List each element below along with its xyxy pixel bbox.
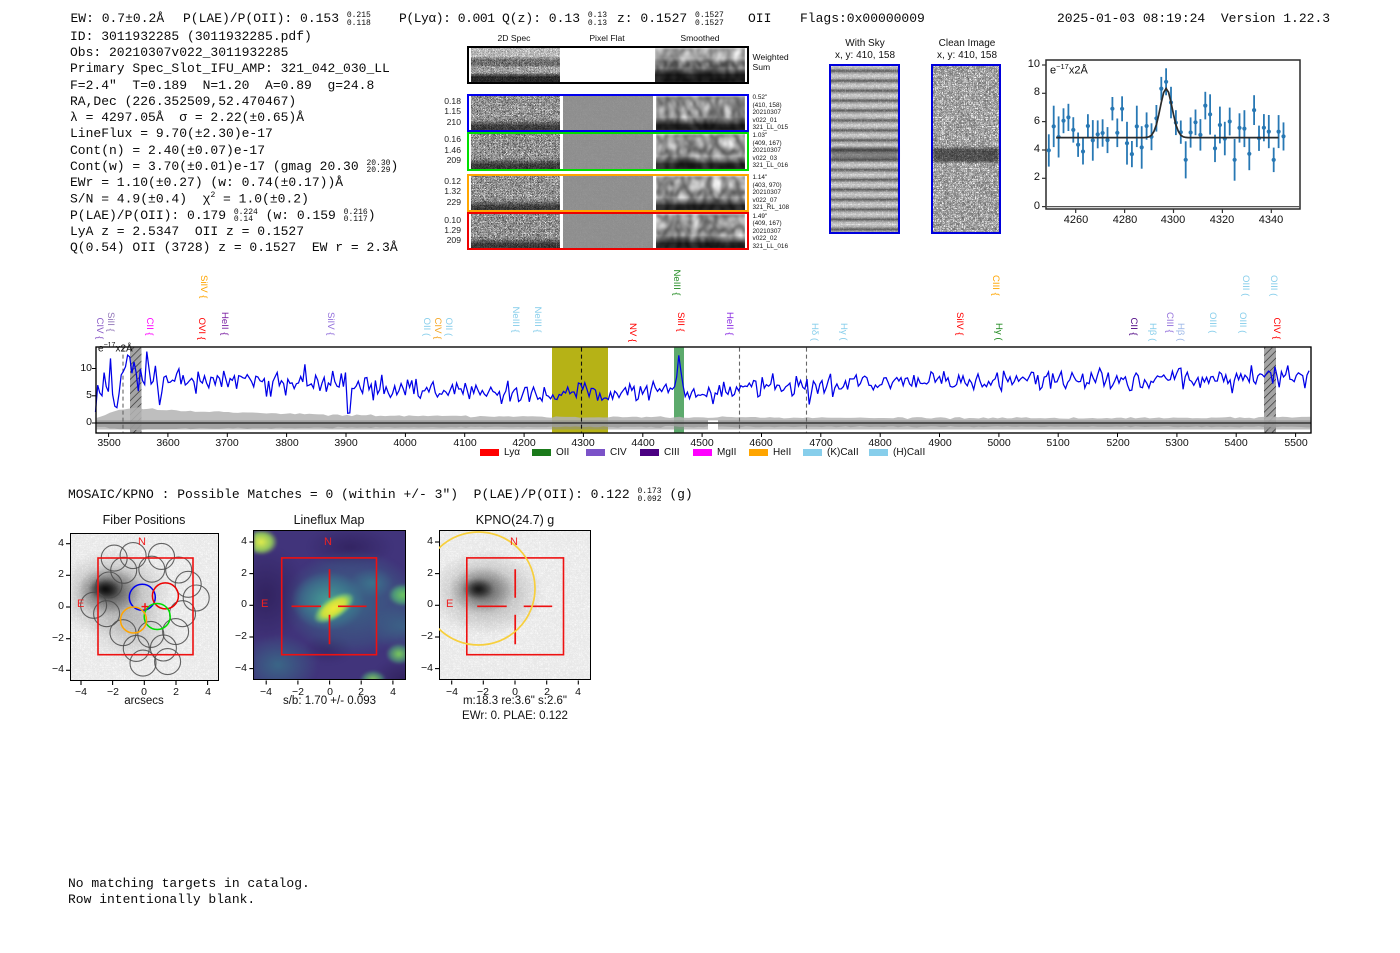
svg-text:CIV {: CIV { xyxy=(432,318,443,341)
svg-text:SiII {: SiII { xyxy=(105,312,116,333)
svg-text:NeIII {: NeIII { xyxy=(510,307,521,334)
svg-text:NV {: NV { xyxy=(627,323,638,343)
svg-text:SiII {: SiII { xyxy=(675,312,686,333)
svg-text:Hβ (: Hβ ( xyxy=(1175,323,1186,342)
svg-text:CIII {: CIII { xyxy=(990,275,1001,297)
svg-text:SiIV {: SiIV { xyxy=(198,275,209,299)
svg-text:OIII (: OIII ( xyxy=(1268,275,1279,297)
svg-text:CII {: CII { xyxy=(1128,318,1139,337)
svg-text:NeIII {: NeIII { xyxy=(532,307,543,334)
svg-text:OII (: OII ( xyxy=(421,318,432,337)
svg-text:HeII {: HeII { xyxy=(724,312,735,336)
svg-text:CIII {: CIII { xyxy=(1164,312,1175,334)
svg-text:OII (: OII ( xyxy=(443,318,454,337)
svg-text:CIV {: CIV { xyxy=(1271,318,1282,341)
svg-text:Hδ (: Hδ ( xyxy=(809,323,820,342)
svg-text:OIII (: OIII ( xyxy=(1207,312,1218,334)
svg-text:OIII (: OIII ( xyxy=(1237,312,1248,334)
svg-text:SiIV {: SiIV { xyxy=(325,312,336,336)
svg-text:Hγ (: Hγ ( xyxy=(993,323,1004,341)
svg-text:CIV {: CIV { xyxy=(94,318,105,341)
svg-text:CII {: CII { xyxy=(144,318,155,337)
svg-text:OIII (: OIII ( xyxy=(1240,275,1251,297)
svg-text:Hγ (: Hγ ( xyxy=(838,323,849,341)
svg-text:SiIV {: SiIV { xyxy=(954,312,965,336)
svg-text:Hβ (: Hβ ( xyxy=(1147,323,1158,342)
svg-text:HeII {: HeII { xyxy=(219,312,230,336)
svg-text:OVI {: OVI { xyxy=(196,318,207,341)
svg-text:NeIII {: NeIII { xyxy=(671,270,682,297)
